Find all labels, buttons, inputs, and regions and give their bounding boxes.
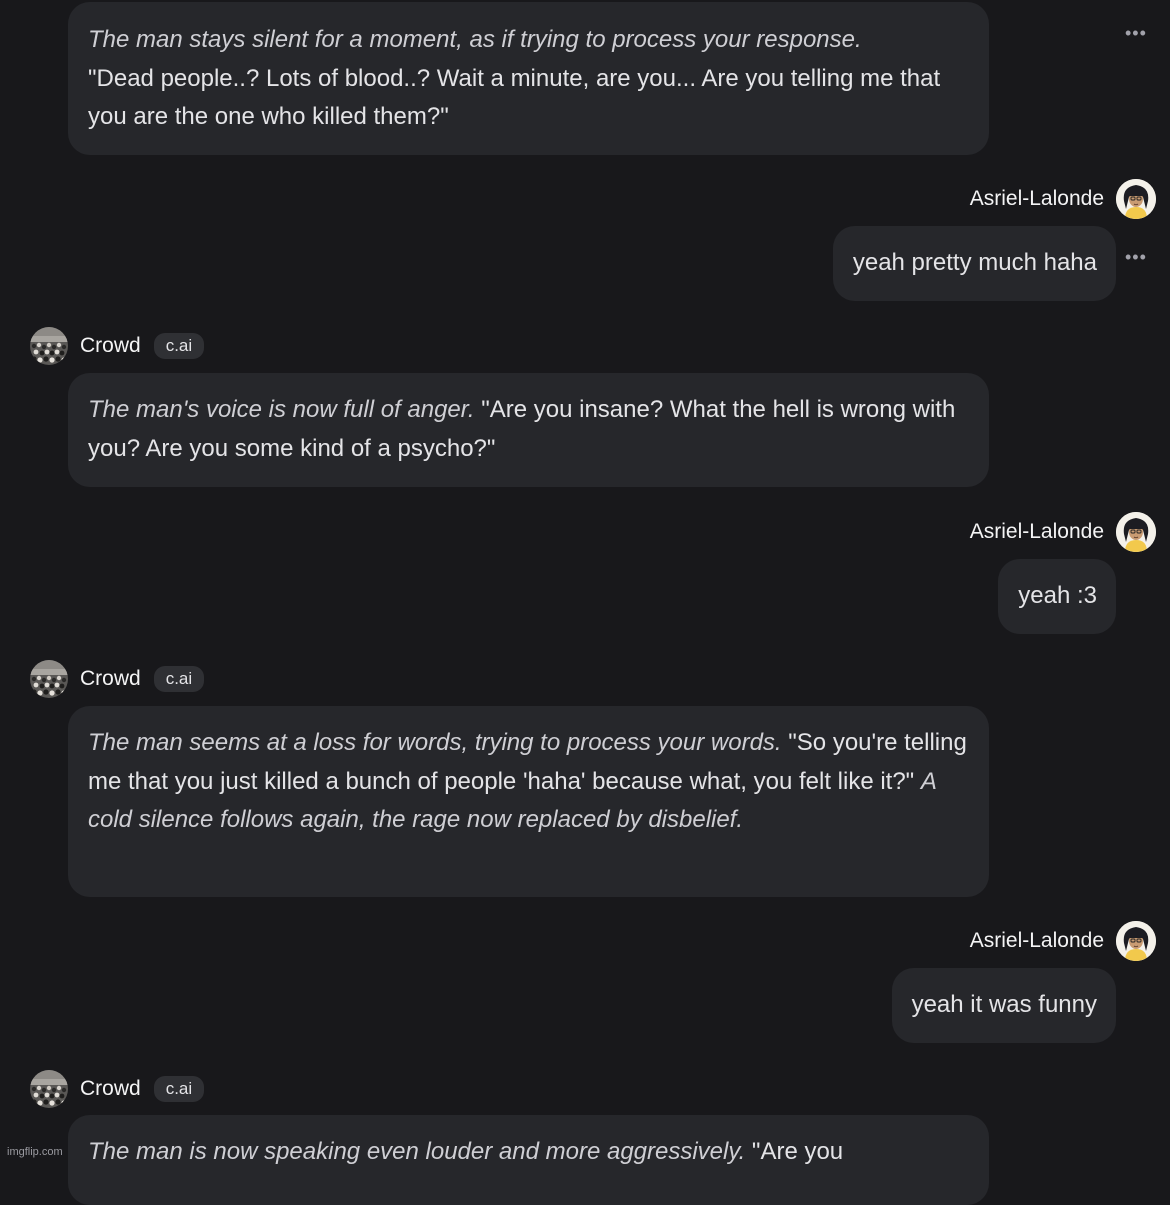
bot-message-header: Crowd c.ai — [30, 1070, 205, 1108]
more-dots-icon[interactable]: ••• — [1125, 248, 1147, 266]
narration-text: The man seems at a loss for words, tryin… — [88, 729, 782, 756]
bot-name: Crowd — [80, 667, 141, 690]
user-name: Asriel-Lalonde — [969, 929, 1104, 952]
message-text: "Are you — [751, 1138, 844, 1165]
message-text: yeah it was funny — [911, 991, 1097, 1018]
user-message-header: Asriel-Lalonde — [970, 512, 1156, 552]
bot-message: The man is now speaking even louder and … — [68, 1115, 989, 1205]
bot-name: Crowd — [80, 334, 141, 357]
bot-message: The man's voice is now full of anger. "A… — [68, 373, 989, 487]
bot-name: Crowd — [80, 1077, 141, 1100]
cai-badge: c.ai — [153, 666, 205, 692]
user-message: yeah it was funny — [891, 968, 1116, 1043]
cai-badge: c.ai — [153, 1076, 205, 1102]
user-avatar[interactable] — [1116, 921, 1156, 961]
message-text: yeah pretty much haha — [852, 249, 1097, 276]
narration-text: The man is now speaking even louder and … — [88, 1138, 746, 1165]
bot-message-header: Crowd c.ai — [30, 660, 205, 698]
user-message: yeah :3 — [998, 559, 1116, 634]
user-avatar[interactable] — [1116, 512, 1156, 552]
user-message-header: Asriel-Lalonde — [970, 921, 1156, 961]
user-avatar[interactable] — [1116, 179, 1156, 219]
cai-badge: c.ai — [153, 333, 205, 359]
more-dots-icon[interactable]: ••• — [1125, 24, 1147, 42]
user-name: Asriel-Lalonde — [969, 187, 1104, 210]
crowd-avatar[interactable] — [30, 327, 68, 365]
bot-message: The man stays silent for a moment, as if… — [68, 2, 989, 155]
bot-message: The man seems at a loss for words, tryin… — [68, 706, 989, 897]
message-text: yeah :3 — [1018, 582, 1097, 609]
user-name: Asriel-Lalonde — [969, 520, 1104, 543]
user-message: yeah pretty much haha — [832, 226, 1116, 301]
crowd-avatar[interactable] — [30, 660, 68, 698]
crowd-avatar[interactable] — [30, 1070, 68, 1108]
watermark: imgflip.com — [7, 1146, 63, 1158]
narration-text: The man stays silent for a moment, as if… — [88, 26, 862, 53]
user-message-header: Asriel-Lalonde — [970, 179, 1156, 219]
narration-text: The man's voice is now full of anger. — [88, 396, 475, 423]
bot-message-header: Crowd c.ai — [30, 327, 205, 365]
message-text: "Dead people..? Lots of blood..? Wait a … — [88, 64, 941, 131]
